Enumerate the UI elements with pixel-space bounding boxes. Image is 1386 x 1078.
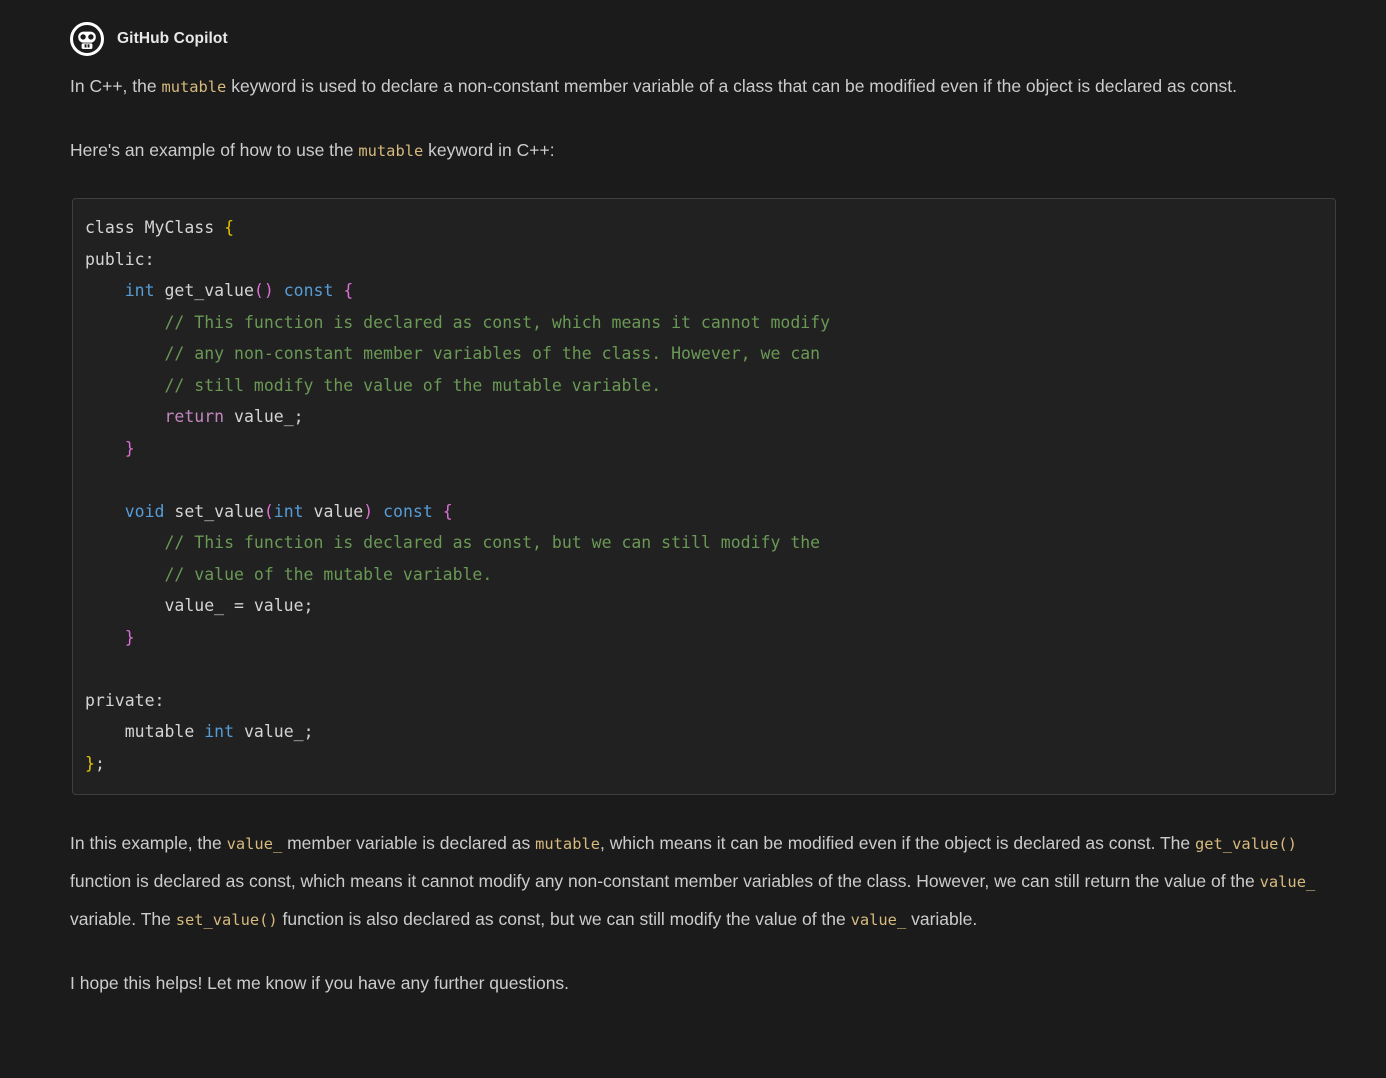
message-header: GitHub Copilot — [70, 20, 1336, 58]
inline-code: value_ — [1260, 873, 1316, 891]
text-run: Here's an example of how to use the — [70, 140, 358, 160]
paragraph-intro: In C++, the mutable keyword is used to d… — [70, 68, 1336, 106]
code-line — [85, 464, 1323, 496]
code-line: // This function is declared as const, w… — [85, 307, 1323, 339]
text-run: In C++, the — [70, 76, 161, 96]
sender-name: GitHub Copilot — [117, 30, 228, 48]
code-content: class MyClass {public: int get_value() c… — [85, 212, 1323, 779]
code-line — [85, 653, 1323, 685]
code-line: // This function is declared as const, b… — [85, 527, 1323, 559]
text-run: member variable is declared as — [282, 833, 535, 853]
inline-code: mutable — [535, 835, 600, 853]
inline-code: mutable — [358, 142, 423, 160]
text-run: keyword in C++: — [423, 140, 554, 160]
text-run: keyword is used to declare a non-constan… — [226, 76, 1237, 96]
paragraph-example: Here's an example of how to use the muta… — [70, 132, 1336, 170]
code-line: } — [85, 433, 1323, 465]
code-line: return value_; — [85, 401, 1323, 433]
text-run: In this example, the — [70, 833, 227, 853]
paragraph-explanation: In this example, the value_ member varia… — [70, 825, 1336, 939]
text-run: function is also declared as const, but … — [278, 909, 851, 929]
code-block: class MyClass {public: int get_value() c… — [72, 198, 1336, 795]
code-line: // still modify the value of the mutable… — [85, 370, 1323, 402]
text-run: function is declared as const, which mea… — [70, 871, 1260, 891]
paragraph-closing: I hope this helps! Let me know if you ha… — [70, 965, 1336, 1002]
code-line: public: — [85, 244, 1323, 276]
code-line: void set_value(int value) const { — [85, 496, 1323, 528]
code-line: mutable int value_; — [85, 716, 1323, 748]
code-line: // value of the mutable variable. — [85, 559, 1323, 591]
inline-code: get_value() — [1195, 835, 1297, 853]
code-line: } — [85, 622, 1323, 654]
copilot-chat-message: GitHub Copilot In C++, the mutable keywo… — [0, 0, 1386, 1002]
code-line: value_ = value; — [85, 590, 1323, 622]
copilot-icon — [70, 22, 104, 56]
code-line: private: — [85, 685, 1323, 717]
inline-code: value_ — [851, 911, 907, 929]
inline-code: value_ — [227, 835, 283, 853]
inline-code: mutable — [161, 78, 226, 96]
code-line: int get_value() const { — [85, 275, 1323, 307]
text-run: I hope this helps! Let me know if you ha… — [70, 973, 569, 993]
text-run: variable. — [906, 909, 977, 929]
text-run: , which means it can be modified even if… — [600, 833, 1195, 853]
text-run: variable. The — [70, 909, 176, 929]
code-line: // any non-constant member variables of … — [85, 338, 1323, 370]
inline-code: set_value() — [176, 911, 278, 929]
code-line: }; — [85, 748, 1323, 780]
code-line: class MyClass { — [85, 212, 1323, 244]
